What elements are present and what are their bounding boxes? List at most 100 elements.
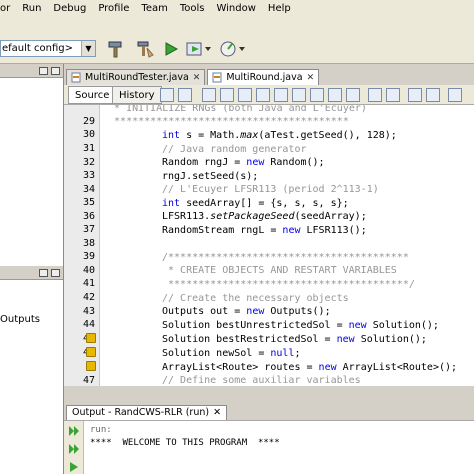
history-view-button[interactable]: History xyxy=(112,86,162,104)
code-line: int seedArray[] = {s, s, s, s}; xyxy=(162,198,349,209)
line-number: 37 xyxy=(82,224,95,235)
line-number: 47 xyxy=(82,375,95,386)
menu-item-profile[interactable]: Profile xyxy=(98,3,129,14)
shift-left-icon[interactable] xyxy=(274,88,288,102)
java-file-icon xyxy=(212,72,222,83)
menu-item-window[interactable]: Window xyxy=(216,3,255,14)
code-area[interactable]: * INITIALIZE RNGs (both Java and L'Ecuye… xyxy=(102,105,474,386)
code-line: int s = Math.max(aTest.getSeed(), 128); xyxy=(162,130,397,141)
warning-icon[interactable] xyxy=(86,333,96,343)
panel-splitter[interactable] xyxy=(64,386,474,404)
menu-item-help[interactable]: Help xyxy=(268,3,291,14)
output-gutter xyxy=(64,421,84,474)
code-line: Solution bestRestrictedSol = new Solutio… xyxy=(162,334,427,345)
tab-multiroundtester[interactable]: MultiRoundTester.java ✕ xyxy=(66,69,206,85)
close-icon[interactable] xyxy=(51,269,60,277)
code-line: Solution bestUnrestrictedSol = new Solut… xyxy=(162,320,439,331)
code-line: Random rngJ = new Random(); xyxy=(162,157,325,168)
output-line: **** WELCOME TO THIS PROGRAM **** xyxy=(90,438,280,448)
configuration-dropdown[interactable]: efault config> ▼ xyxy=(0,40,96,57)
code-editor[interactable]: 29 30 31 32 33 34 35 36 37 38 39 40 41 4… xyxy=(64,105,474,386)
next-bookmark-icon[interactable] xyxy=(346,88,360,102)
code-line: LFSR113.setPackageSeed(seedArray); xyxy=(162,211,367,222)
bookmark-icon[interactable] xyxy=(310,88,324,102)
build-button[interactable] xyxy=(104,38,126,60)
line-number: 32 xyxy=(82,157,95,168)
main-toolbar: efault config> ▼ xyxy=(0,16,474,64)
code-line: // Define some auxiliar variables xyxy=(162,375,361,386)
java-file-icon xyxy=(71,72,81,83)
toggle-icon[interactable] xyxy=(448,88,462,102)
warning-icon[interactable] xyxy=(86,347,96,357)
code-line: * INITIALIZE RNGs (both Java and L'Ecuye… xyxy=(102,105,367,114)
comment-icon[interactable] xyxy=(408,88,422,102)
output-line: run: xyxy=(90,425,112,435)
find-next-icon[interactable] xyxy=(238,88,252,102)
code-line: /***************************************… xyxy=(162,252,409,263)
record-macro-icon[interactable] xyxy=(368,88,382,102)
debug-button[interactable] xyxy=(184,38,214,60)
code-line: rngJ.setSeed(s); xyxy=(162,171,259,182)
clean-build-icon xyxy=(137,41,154,58)
chevron-down-icon[interactable]: ▼ xyxy=(81,41,95,56)
panel-header xyxy=(0,64,63,78)
line-number: 39 xyxy=(82,251,95,262)
play-icon xyxy=(165,42,179,56)
close-icon[interactable] xyxy=(51,67,60,75)
profiler-gauge-icon xyxy=(220,41,245,57)
hammer-icon xyxy=(108,41,122,58)
line-number: 29 xyxy=(82,116,95,127)
menu-item-run[interactable]: Run xyxy=(22,3,41,14)
navigator-panel: Outputs xyxy=(0,266,64,400)
back-icon[interactable] xyxy=(160,88,174,102)
clean-build-button[interactable] xyxy=(134,38,156,60)
tab-label: MultiRoundTester.java xyxy=(85,72,189,83)
minimize-icon[interactable] xyxy=(39,269,48,277)
menu-item-team[interactable]: Team xyxy=(141,3,167,14)
tab-output[interactable]: Output - RandCWS-RLR (run) ✕ xyxy=(66,405,228,420)
stop-macro-icon[interactable] xyxy=(386,88,400,102)
line-number: 33 xyxy=(82,170,95,181)
outputs-node[interactable]: Outputs xyxy=(0,314,40,325)
close-icon[interactable]: ✕ xyxy=(307,73,315,83)
editor-toolbar: Source History xyxy=(64,85,474,105)
menu-item-debug[interactable]: Debug xyxy=(53,3,86,14)
forward-icon[interactable] xyxy=(178,88,192,102)
output-panel: run: **** WELCOME TO THIS PROGRAM **** xyxy=(64,420,474,474)
source-view-button[interactable]: Source xyxy=(68,86,117,104)
warning-icon[interactable] xyxy=(86,361,96,371)
menu-bar: or Run Debug Profile Team Tools Window H… xyxy=(0,0,474,16)
shift-right-icon[interactable] xyxy=(292,88,306,102)
line-number: 30 xyxy=(82,129,95,140)
find-prev-icon[interactable] xyxy=(220,88,234,102)
projects-panel xyxy=(0,64,64,266)
minimize-icon[interactable] xyxy=(39,67,48,75)
menu-item-tools[interactable]: Tools xyxy=(180,3,205,14)
profile-button[interactable] xyxy=(218,38,248,60)
close-icon[interactable]: ✕ xyxy=(193,73,201,83)
line-number: 34 xyxy=(82,184,95,195)
close-icon[interactable]: ✕ xyxy=(213,406,221,420)
line-number: 36 xyxy=(82,211,95,222)
code-line: * CREATE OBJECTS AND RESTART VARIABLES xyxy=(162,265,397,276)
tasks-panel xyxy=(0,400,64,474)
output-tabs: Output - RandCWS-RLR (run) ✕ xyxy=(64,404,474,420)
search-icon[interactable] xyxy=(202,88,216,102)
run-button[interactable] xyxy=(160,38,182,60)
uncomment-icon[interactable] xyxy=(426,88,440,102)
run-icon[interactable] xyxy=(67,461,81,473)
tab-multiround[interactable]: MultiRound.java ✕ xyxy=(207,69,320,85)
code-line: // Java random generator xyxy=(162,144,307,155)
rerun-icon[interactable] xyxy=(67,425,81,437)
rerun-icon[interactable] xyxy=(67,443,81,455)
code-line: ArrayList<Route> routes = new ArrayList<… xyxy=(162,362,458,373)
line-number: 41 xyxy=(82,278,95,289)
highlight-icon[interactable] xyxy=(256,88,270,102)
menu-item-editor[interactable]: or xyxy=(0,3,10,14)
configuration-value: efault config> xyxy=(2,43,73,54)
code-line: Solution newSol = null; xyxy=(162,348,301,359)
prev-bookmark-icon[interactable] xyxy=(328,88,342,102)
panel-header xyxy=(0,266,63,280)
line-number: 38 xyxy=(82,238,95,249)
tab-label: Output - RandCWS-RLR (run) xyxy=(72,407,210,418)
